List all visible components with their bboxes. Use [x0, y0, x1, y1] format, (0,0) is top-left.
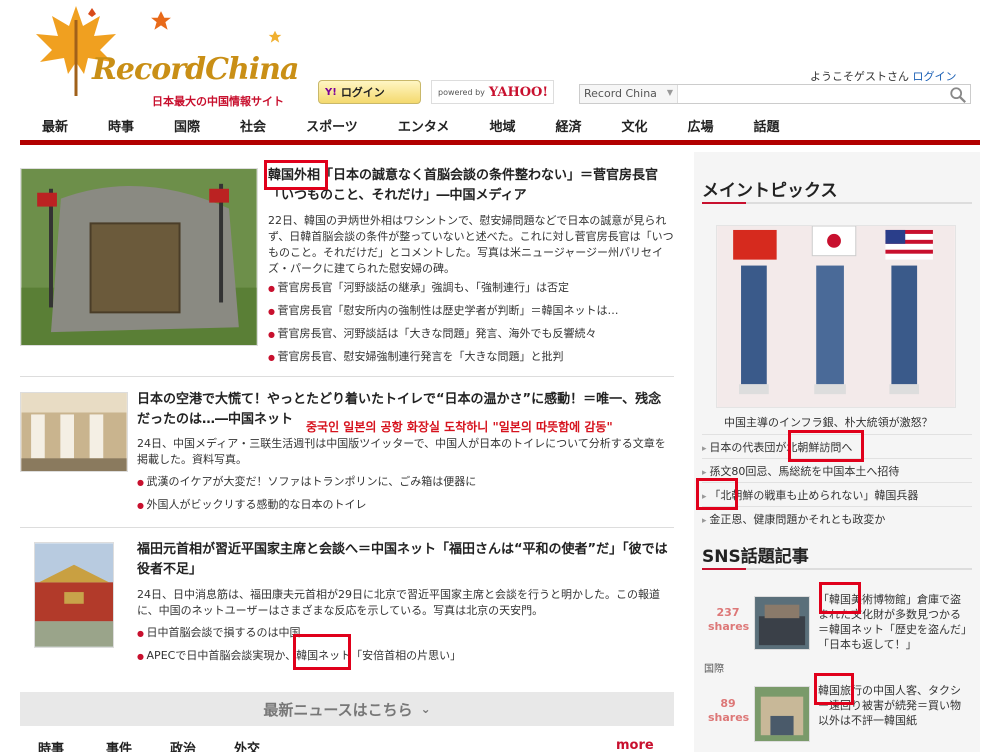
search-icon[interactable] [949, 86, 967, 104]
tab-incidents[interactable]: 事件 [106, 738, 132, 752]
korean-translation-overlay: 중국인 일본의 공항 화장실 도착하니 "일본의 따뜻함에 감동" [306, 420, 613, 434]
article-divider [20, 527, 674, 528]
login-button-label: ログイン [340, 86, 385, 99]
sidebar-link[interactable]: 金正恩、健康問題かそれとも政変か [702, 506, 972, 530]
highlight-box [293, 634, 351, 670]
sidebar-link[interactable]: 「北朝鮮の戦車も止められない」韓国兵器 [702, 482, 972, 506]
yahoo-icon: Y! [325, 86, 337, 98]
article-title[interactable]: 福田元首相が習近平国家主席と会談へ＝中国ネット「福田さんは“平和の使者”だ」「彼… [137, 540, 674, 580]
powered-by-yahoo: powered by YAHOO! [431, 80, 554, 104]
powered-by-label: powered by [438, 87, 485, 97]
sns-topics-heading: SNS話題記事 [702, 547, 809, 567]
yahoo-brand: YAHOO! [488, 84, 549, 100]
related-links: 武漢のイケアが大変だ！ソファはトランポリンに、ごみ箱は便器に 外国人がビックリす… [137, 471, 674, 517]
heading-underline [702, 568, 972, 570]
main-nav: 最新 時事 国際 社会 スポーツ エンタメ 地域 経済 文化 広場 話題 [20, 112, 980, 139]
chevron-down-icon: ⌄ [420, 702, 431, 716]
nav-item-current-affairs[interactable]: 時事 [86, 116, 152, 135]
article-summary: 24日、日中消息筋は、福田康夫元首相が29日に北京で習近平国家主席と会談を行うと… [137, 588, 660, 617]
main-topic-caption[interactable]: 中国主導のインフラ銀、朴大統領が激怒？ [724, 414, 933, 430]
site-logo[interactable]: RecordChina [92, 52, 299, 87]
welcome-text: ようこそゲストさん [810, 70, 909, 83]
more-news-button[interactable]: 最新ニュースはこちら ⌄ [20, 692, 674, 726]
highlight-box [696, 478, 738, 510]
nav-item-society[interactable]: 社会 [218, 116, 284, 135]
share-count-unit: shares [708, 620, 750, 633]
share-count: 237 shares [708, 606, 750, 634]
related-links: 菅官房長官「河野談話の継承」強調も、「強制連行」は否定 菅官房長官「慰安所内の強… [268, 277, 674, 369]
nav-item-culture[interactable]: 文化 [599, 116, 665, 135]
related-link[interactable]: 菅官房長官、慰安婦強制連行発言を「大きな問題」と批判 [268, 346, 674, 369]
nav-divider [20, 140, 980, 145]
share-count-unit: shares [708, 711, 750, 724]
nav-item-international[interactable]: 国際 [152, 116, 218, 135]
nav-item-plaza[interactable]: 広場 [665, 116, 731, 135]
highlight-box [819, 582, 861, 614]
falling-leaf-icon [151, 11, 171, 30]
related-link[interactable]: 菅官房長官、河野談話は「大きな問題」発言、海外でも反響続々 [268, 323, 674, 346]
nav-item-sports[interactable]: スポーツ [284, 116, 376, 135]
highlight-box [264, 160, 328, 190]
nav-item-topics[interactable]: 話題 [732, 116, 798, 135]
tab-current-affairs[interactable]: 時事 [38, 738, 64, 752]
related-link[interactable]: 武漢のイケアが大変だ！ソファはトランポリンに、ごみ箱は便器に [137, 471, 674, 494]
nav-item-entertainment[interactable]: エンタメ [376, 116, 468, 135]
related-link[interactable]: APECで日中首脳会談実現か、韓国ネット「安倍首相の片思い」 [137, 645, 674, 668]
search-bar: Record China ▼ [579, 84, 971, 104]
related-links: 日中首脳会談で損するのは中国 APECで日中首脳会談実現か、韓国ネット「安倍首相… [137, 622, 674, 668]
article-image-memorial[interactable] [20, 168, 258, 346]
sns-category: 国際 [704, 664, 724, 675]
related-link[interactable]: 日中首脳会談で損するのは中国 [137, 622, 674, 645]
chevron-down-icon: ▼ [666, 88, 673, 97]
related-link[interactable]: 菅官房長官「慰安所内の強制性は歴史学者が判断」＝韓国ネットは… [268, 300, 674, 323]
highlight-box [814, 673, 854, 705]
share-count: 89 shares [708, 697, 750, 725]
highlight-box [788, 430, 864, 462]
share-count-number: 89 [720, 697, 736, 710]
article-image-restroom[interactable] [20, 392, 128, 472]
article-divider [20, 376, 674, 377]
article-summary: 24日、中国メディア・三联生活週刊は中国版ツイッターで、中国人が日本のトイレにつ… [137, 437, 666, 466]
main-topic-image[interactable] [716, 225, 956, 408]
more-link[interactable]: more [616, 738, 654, 752]
sns-thumbnail[interactable] [754, 686, 810, 742]
welcome-message: ようこそゲストさん ログイン [810, 68, 957, 84]
share-count-number: 237 [716, 606, 740, 619]
falling-leaf-icon [268, 30, 282, 43]
yahoo-login-button[interactable]: Y! ログイン [318, 80, 421, 104]
category-tabs: 時事 事件 政治 外交 more [20, 738, 674, 752]
main-topics-heading: メイントピックス [702, 181, 838, 201]
tab-diplomacy[interactable]: 外交 [234, 738, 260, 752]
tab-politics[interactable]: 政治 [170, 738, 196, 752]
heading-underline [702, 202, 972, 204]
related-link[interactable]: 菅官房長官「河野談話の継承」強調も、「強制連行」は否定 [268, 277, 674, 300]
nav-item-latest[interactable]: 最新 [20, 116, 86, 135]
article-title[interactable]: 韓国外相「日本の誠意なく首脳会談の条件整わない」＝菅官房長官「いつものこと、それ… [268, 166, 674, 206]
search-scope-value: Record China [584, 87, 657, 100]
article-summary: 22日、韓国の尹炳世外相はワシントンで、慰安婦問題などで日本の誠意が見られず、日… [268, 214, 674, 275]
site-header: RecordChina 日本最大の中国情報サイト Y! ログイン powered… [0, 0, 1000, 112]
related-link[interactable]: 外国人がビックリする感動的な日本のトイレ [137, 494, 674, 517]
sns-thumbnail[interactable] [754, 596, 810, 650]
site-tagline: 日本最大の中国情報サイト [152, 95, 284, 108]
more-news-label: 最新ニュースはこちら [263, 700, 413, 719]
nav-item-region[interactable]: 地域 [467, 116, 533, 135]
search-scope-select[interactable]: Record China ▼ [580, 85, 678, 103]
nav-item-economy[interactable]: 経済 [533, 116, 599, 135]
article-image-tiananmen[interactable] [34, 542, 114, 648]
login-link[interactable]: ログイン [913, 70, 957, 83]
search-input[interactable] [678, 85, 948, 103]
